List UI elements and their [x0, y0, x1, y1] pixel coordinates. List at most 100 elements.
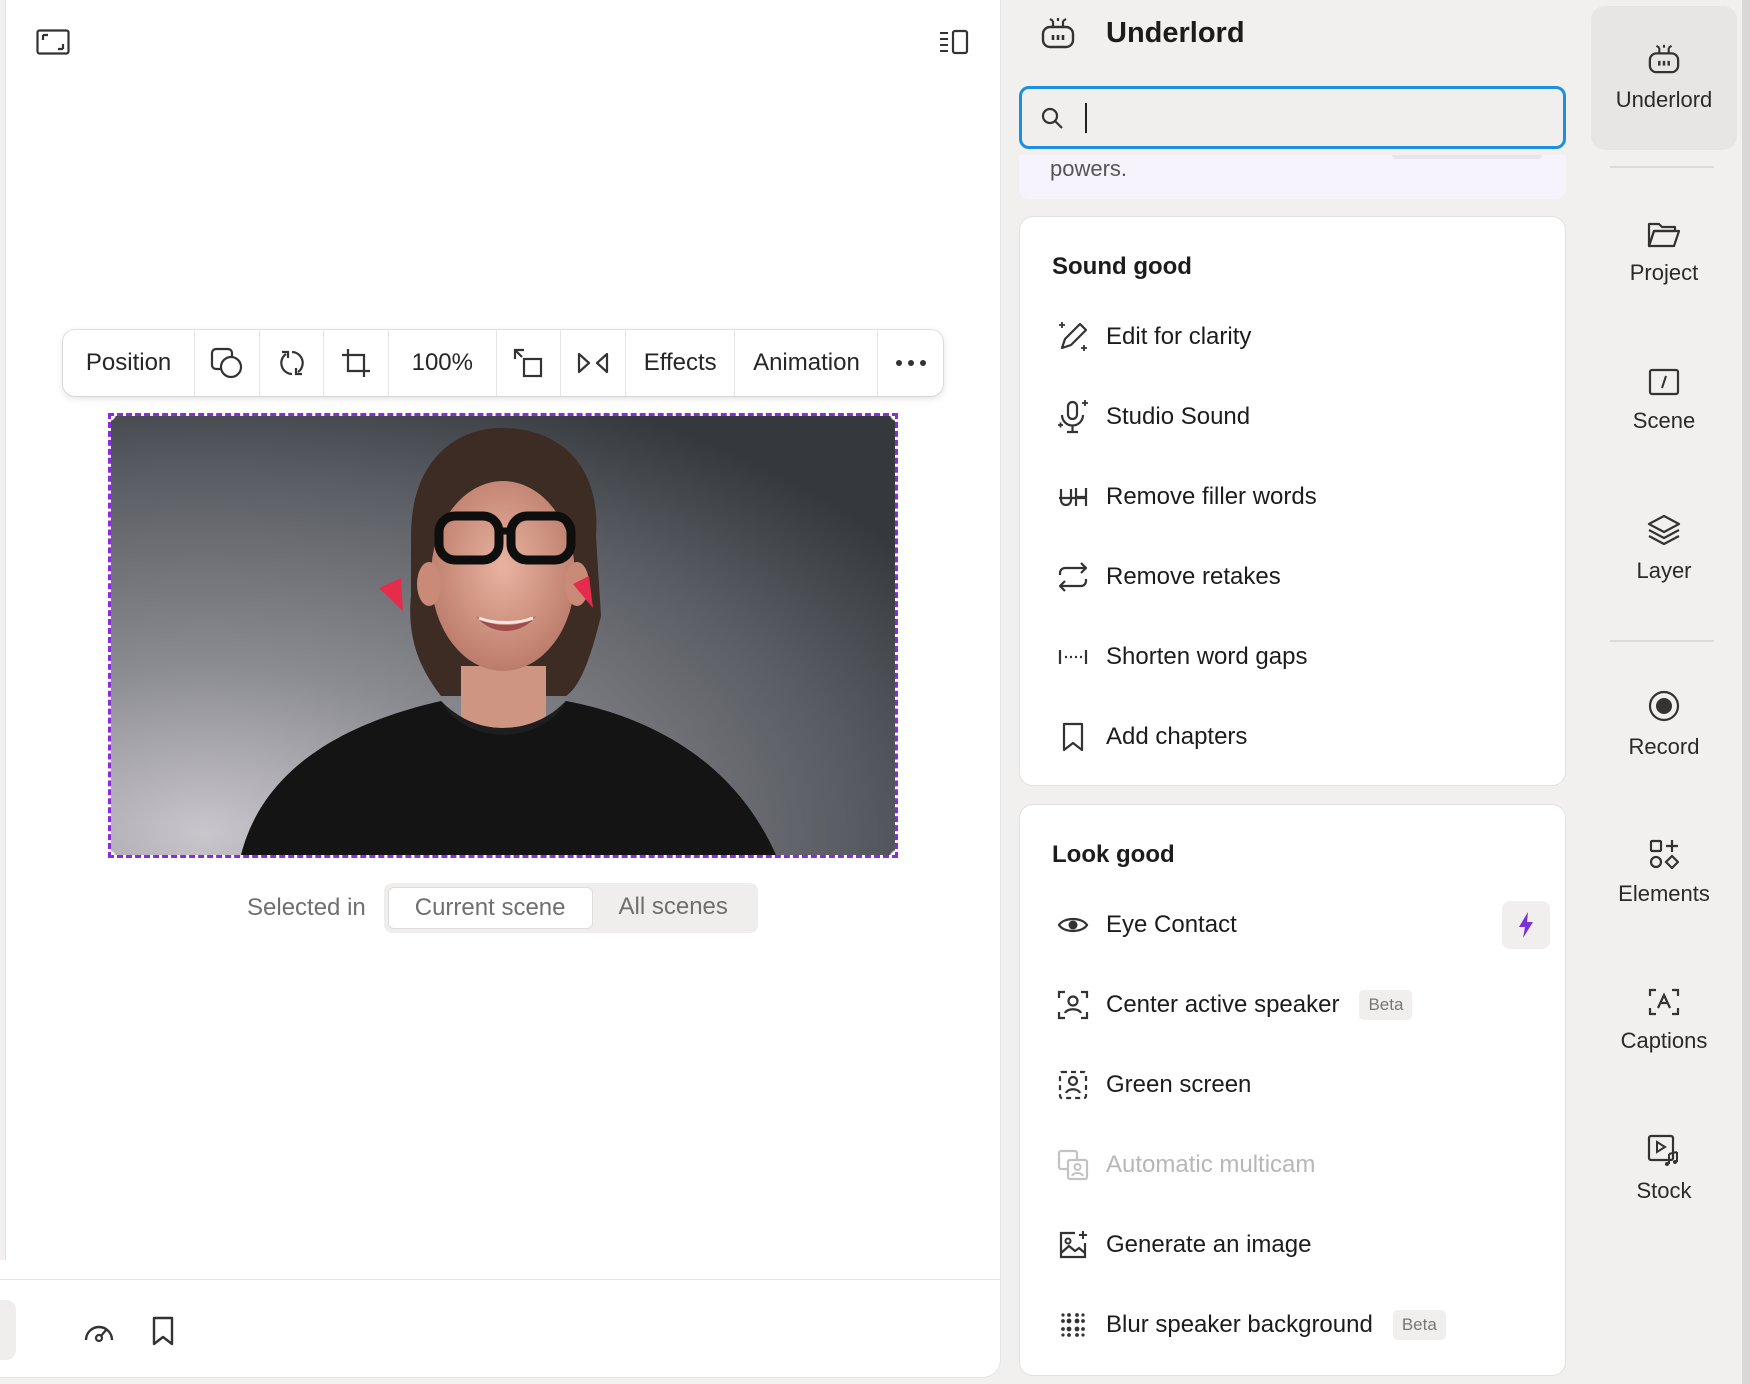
nav-scene[interactable]: Scene	[1591, 336, 1737, 466]
beta-badge: Beta	[1359, 990, 1413, 1020]
collapsed-control[interactable]	[0, 1300, 16, 1360]
replace-button[interactable]	[260, 330, 325, 396]
lightning-bolt-icon[interactable]	[1502, 901, 1550, 949]
scene-selection-toggle: Selected in Current scene All scenes	[247, 883, 758, 933]
nav-divider	[1610, 166, 1714, 168]
blur-background-item[interactable]: Blur speaker background Beta	[1040, 1293, 1550, 1357]
nav-label: Scene	[1632, 408, 1696, 433]
zoom-label: 100%	[411, 349, 473, 376]
item-label: Green screen	[1106, 1071, 1252, 1098]
bookmark-icon	[1062, 722, 1084, 752]
speed-gauge-icon[interactable]	[81, 1313, 117, 1349]
generate-image-item[interactable]: Generate an image	[1040, 1213, 1550, 1277]
item-label: Shorten word gaps	[1106, 643, 1308, 670]
resize-button[interactable]	[497, 330, 562, 396]
nav-label: Captions	[1620, 1028, 1708, 1053]
shape-mask-button[interactable]	[195, 330, 260, 396]
strikethrough-uh-icon	[1059, 488, 1088, 507]
scene-icon	[1648, 368, 1680, 396]
swap-icon	[279, 350, 304, 376]
current-scene-option[interactable]: Current scene	[387, 887, 593, 929]
stock-media-icon	[1647, 1134, 1678, 1166]
side-navigation: Underlord Project Scene Layer Record Ele…	[1590, 0, 1750, 1384]
window-edge	[1742, 0, 1750, 1384]
remove-retakes-item[interactable]: Remove retakes	[1040, 545, 1550, 609]
promo-text: powers.	[1050, 156, 1128, 181]
remove-filler-words-item[interactable]: Remove filler words	[1040, 465, 1550, 529]
item-label: Studio Sound	[1106, 403, 1251, 430]
shorten-word-gaps-item[interactable]: Shorten word gaps	[1040, 625, 1550, 689]
effects-label: Effects	[643, 349, 717, 376]
all-scenes-option[interactable]: All scenes	[593, 887, 754, 929]
search-icon	[1041, 107, 1063, 129]
speaker-video-image	[111, 416, 895, 855]
resize-handle-bottom-right[interactable]	[890, 850, 895, 855]
robot-icon	[1041, 18, 1075, 49]
item-label: Center active speaker	[1106, 991, 1340, 1018]
search-field[interactable]	[1019, 86, 1566, 149]
toggle-panel-icon[interactable]	[935, 24, 973, 60]
nav-label: Stock	[1636, 1178, 1692, 1203]
nav-record[interactable]: Record	[1591, 660, 1737, 790]
crop-icon	[342, 349, 371, 377]
nav-captions[interactable]: Captions	[1591, 956, 1737, 1086]
promo-button-edge	[1392, 155, 1542, 159]
flip-button[interactable]	[561, 330, 626, 396]
add-chapters-item[interactable]: Add chapters	[1040, 705, 1550, 769]
green-screen-item[interactable]: Green screen	[1040, 1053, 1550, 1117]
nav-label: Layer	[1636, 558, 1692, 583]
item-label: Edit for clarity	[1106, 323, 1252, 350]
canvas-bottom-bar	[0, 1279, 1000, 1377]
sound-good-card: Sound good Edit for clarity Studio Sound…	[1019, 216, 1566, 786]
folder-icon	[1647, 222, 1681, 248]
automatic-multicam-item[interactable]: Automatic multicam	[1040, 1133, 1550, 1197]
left-collapsed-strip	[0, 0, 6, 1260]
microphone-sparkle-icon	[1058, 400, 1088, 434]
multicam-icon	[1057, 1149, 1089, 1181]
resize-icon	[514, 348, 543, 378]
sound-good-title: Sound good	[1052, 253, 1192, 280]
nav-underlord[interactable]: Underlord	[1591, 6, 1737, 150]
more-options-button[interactable]	[878, 330, 943, 396]
flip-icon	[577, 352, 609, 374]
nav-label: Elements	[1618, 881, 1710, 906]
position-button[interactable]: Position	[63, 330, 196, 396]
nav-project[interactable]: Project	[1591, 188, 1737, 318]
animation-label: Animation	[753, 349, 860, 376]
bookmark-icon[interactable]	[145, 1313, 181, 1349]
eye-icon	[1057, 917, 1089, 933]
pen-sparkle-icon	[1059, 322, 1088, 351]
layers-icon	[1647, 514, 1681, 546]
item-label: Eye Contact	[1106, 911, 1237, 938]
word-gap-icon	[1058, 650, 1088, 664]
nav-label: Project	[1629, 260, 1699, 285]
nav-label: Underlord	[1615, 87, 1713, 112]
eye-contact-item[interactable]: Eye Contact	[1040, 893, 1550, 957]
item-label: Add chapters	[1106, 723, 1248, 750]
underlord-title: Underlord	[1106, 16, 1245, 49]
item-label: Remove filler words	[1106, 483, 1317, 510]
item-label: Remove retakes	[1106, 563, 1281, 590]
repeat-icon	[1058, 562, 1088, 592]
green-screen-icon	[1058, 1070, 1088, 1100]
record-icon	[1648, 690, 1680, 722]
more-icon	[895, 360, 926, 366]
animation-button[interactable]: Animation	[735, 330, 879, 396]
aspect-ratio-icon[interactable]	[34, 24, 72, 60]
nav-divider	[1610, 640, 1714, 642]
nav-label: Record	[1628, 734, 1700, 759]
crop-button[interactable]	[324, 330, 389, 396]
promo-banner: powers.	[1019, 155, 1566, 199]
nav-layer[interactable]: Layer	[1591, 484, 1737, 614]
zoom-button[interactable]: 100%	[389, 330, 497, 396]
nav-elements[interactable]: Elements	[1591, 808, 1737, 938]
effects-button[interactable]: Effects	[626, 330, 736, 396]
center-active-speaker-item[interactable]: Center active speaker Beta	[1040, 973, 1550, 1037]
studio-sound-item[interactable]: Studio Sound	[1040, 385, 1550, 449]
edit-for-clarity-item[interactable]: Edit for clarity	[1040, 305, 1550, 369]
selected-video-layer[interactable]	[108, 413, 898, 858]
search-input[interactable]	[1078, 103, 1538, 132]
canvas-panel: Position 100% Effects Animation Selected…	[0, 0, 1000, 1377]
nav-stock[interactable]: Stock	[1591, 1104, 1737, 1234]
blur-icon	[1061, 1313, 1085, 1337]
